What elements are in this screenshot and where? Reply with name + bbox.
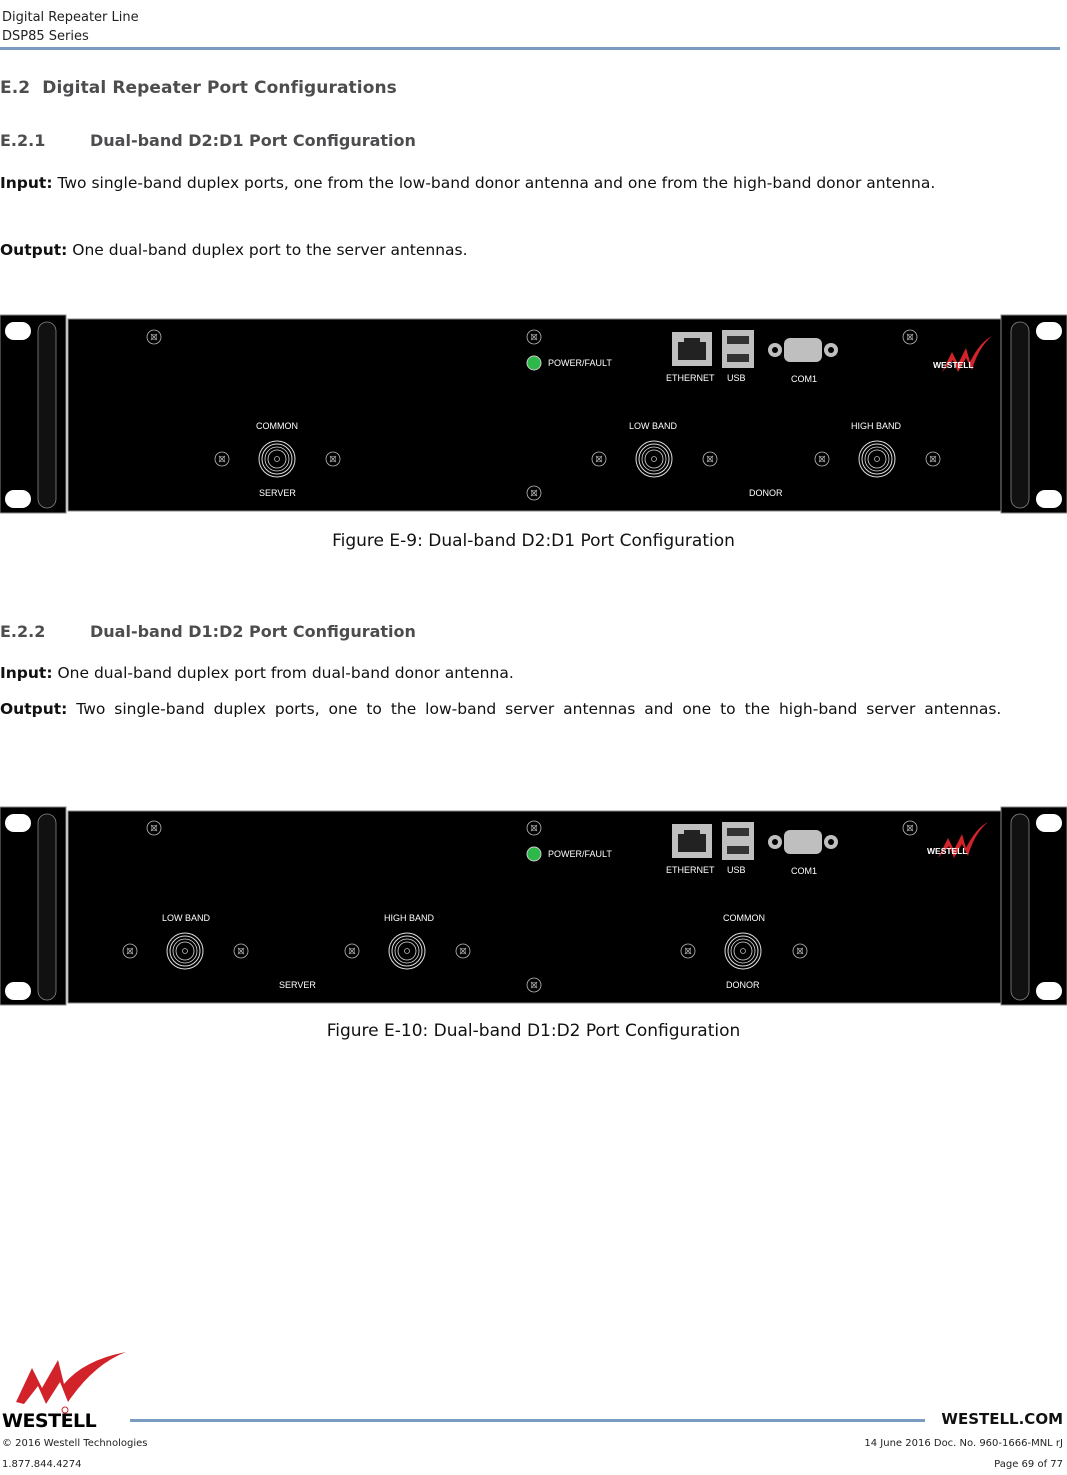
low-band-connector: [166, 932, 204, 970]
subsection-title: Dual-band D1:D2 Port Configuration: [90, 622, 416, 641]
chassis-face: [67, 810, 1002, 1004]
figure-d2d1-panel: POWER/FAULT ETHERNET USB COM1 WESTELL CO…: [0, 314, 1067, 514]
power-led: [526, 846, 542, 862]
usb-port-icon: [722, 330, 754, 368]
ethernet-port-icon: [672, 332, 712, 366]
svg-text:WESTELL: WESTELL: [933, 360, 974, 370]
header-series: DSP85 Series: [2, 29, 89, 44]
figure-caption-e9: Figure E-9: Dual-band D2:D1 Port Configu…: [332, 531, 735, 551]
ethernet-label: ETHERNET: [666, 865, 715, 875]
subsection-title: Dual-band D2:D1 Port Configuration: [90, 131, 416, 150]
low-band-port-label: LOW BAND: [162, 913, 211, 923]
server-group-label: SERVER: [259, 488, 296, 498]
rack-ear-left: [0, 314, 67, 514]
com1-label: COM1: [791, 374, 817, 384]
svg-text:WESTELL: WESTELL: [927, 846, 968, 856]
footer-website: WESTELL.COM: [941, 1410, 1063, 1428]
rack-ear-right: [1000, 806, 1067, 1006]
donor-group-label: DONOR: [726, 980, 760, 990]
header-product-line: Digital Repeater Line: [2, 10, 139, 25]
power-fault-label: POWER/FAULT: [548, 358, 612, 368]
output-paragraph-2: Output: Two single-band duplex ports, on…: [0, 696, 1064, 722]
subsection-heading-2: E.2.2 Dual-band D1:D2 Port Configuration: [0, 622, 416, 641]
input-paragraph-1: Input: Two single-band duplex ports, one…: [0, 170, 1064, 196]
high-band-connector: [388, 932, 426, 970]
section-title: Digital Repeater Port Configurations: [42, 78, 397, 98]
section-number: E.2: [0, 78, 31, 98]
repeater-front-panel: POWER/FAULT ETHERNET USB COM1 WESTELL LO…: [0, 806, 1067, 1006]
high-band-port-label: HIGH BAND: [851, 421, 902, 431]
input-text: Two single-band duplex ports, one from t…: [52, 174, 936, 192]
subsection-number: E.2.1: [0, 131, 46, 150]
common-connector: [724, 932, 762, 970]
input-text: One dual-band duplex port from dual-band…: [52, 664, 514, 682]
rack-ear-left: [0, 806, 67, 1006]
common-connector: [258, 440, 296, 478]
usb-label: USB: [727, 865, 746, 875]
repeater-front-panel: POWER/FAULT ETHERNET USB COM1 WESTELL CO…: [0, 314, 1067, 514]
output-paragraph-1: Output: One dual-band duplex port to the…: [0, 237, 1064, 263]
footer-rule: [130, 1419, 925, 1422]
power-fault-label: POWER/FAULT: [548, 849, 612, 859]
usb-label: USB: [727, 373, 746, 383]
subsection-heading-1: E.2.1 Dual-band D2:D1 Port Configuration: [0, 131, 416, 150]
usb-port-icon: [722, 822, 754, 860]
ethernet-port-icon: [672, 824, 712, 858]
low-band-port-label: LOW BAND: [629, 421, 678, 431]
header-rule: [0, 47, 1060, 50]
footer-doc-number: 14 June 2016 Doc. No. 960-1666-MNL rJ: [864, 1438, 1063, 1449]
common-port-label: COMMON: [723, 913, 765, 923]
westell-footer-logo: WESTELL: [2, 1350, 130, 1432]
output-label: Output:: [0, 700, 68, 718]
power-led: [526, 355, 542, 371]
westell-logo-icon: WESTELL: [2, 1352, 126, 1432]
svg-text:WESTELL: WESTELL: [2, 1410, 97, 1430]
running-header: Digital Repeater Line DSP85 Series: [2, 8, 139, 46]
footer-phone: 1.877.844.4274: [2, 1459, 82, 1470]
figure-caption-e10: Figure E-10: Dual-band D1:D2 Port Config…: [326, 1021, 741, 1041]
com1-label: COM1: [791, 866, 817, 876]
footer-page-number: Page 69 of 77: [994, 1459, 1063, 1470]
high-band-port-label: HIGH BAND: [384, 913, 435, 923]
output-text: Two single-band duplex ports, one to the…: [67, 700, 1002, 718]
subsection-number: E.2.2: [0, 622, 46, 641]
chassis-face: [67, 318, 1002, 512]
ethernet-label: ETHERNET: [666, 373, 715, 383]
output-text: One dual-band duplex port to the server …: [67, 241, 468, 259]
figure-d1d2-panel: POWER/FAULT ETHERNET USB COM1 WESTELL LO…: [0, 806, 1067, 1006]
donor-group-label: DONOR: [749, 488, 783, 498]
rack-ear-right: [1000, 314, 1067, 514]
output-label: Output:: [0, 241, 68, 259]
low-band-connector: [635, 440, 673, 478]
server-group-label: SERVER: [279, 980, 316, 990]
footer-copyright: © 2016 Westell Technologies: [2, 1438, 148, 1449]
common-port-label: COMMON: [256, 421, 298, 431]
input-paragraph-2: Input: One dual-band duplex port from du…: [0, 660, 1064, 686]
input-label: Input:: [0, 664, 53, 682]
high-band-connector: [858, 440, 896, 478]
input-label: Input:: [0, 174, 53, 192]
section-heading: E.2 Digital Repeater Port Configurations: [0, 78, 397, 98]
